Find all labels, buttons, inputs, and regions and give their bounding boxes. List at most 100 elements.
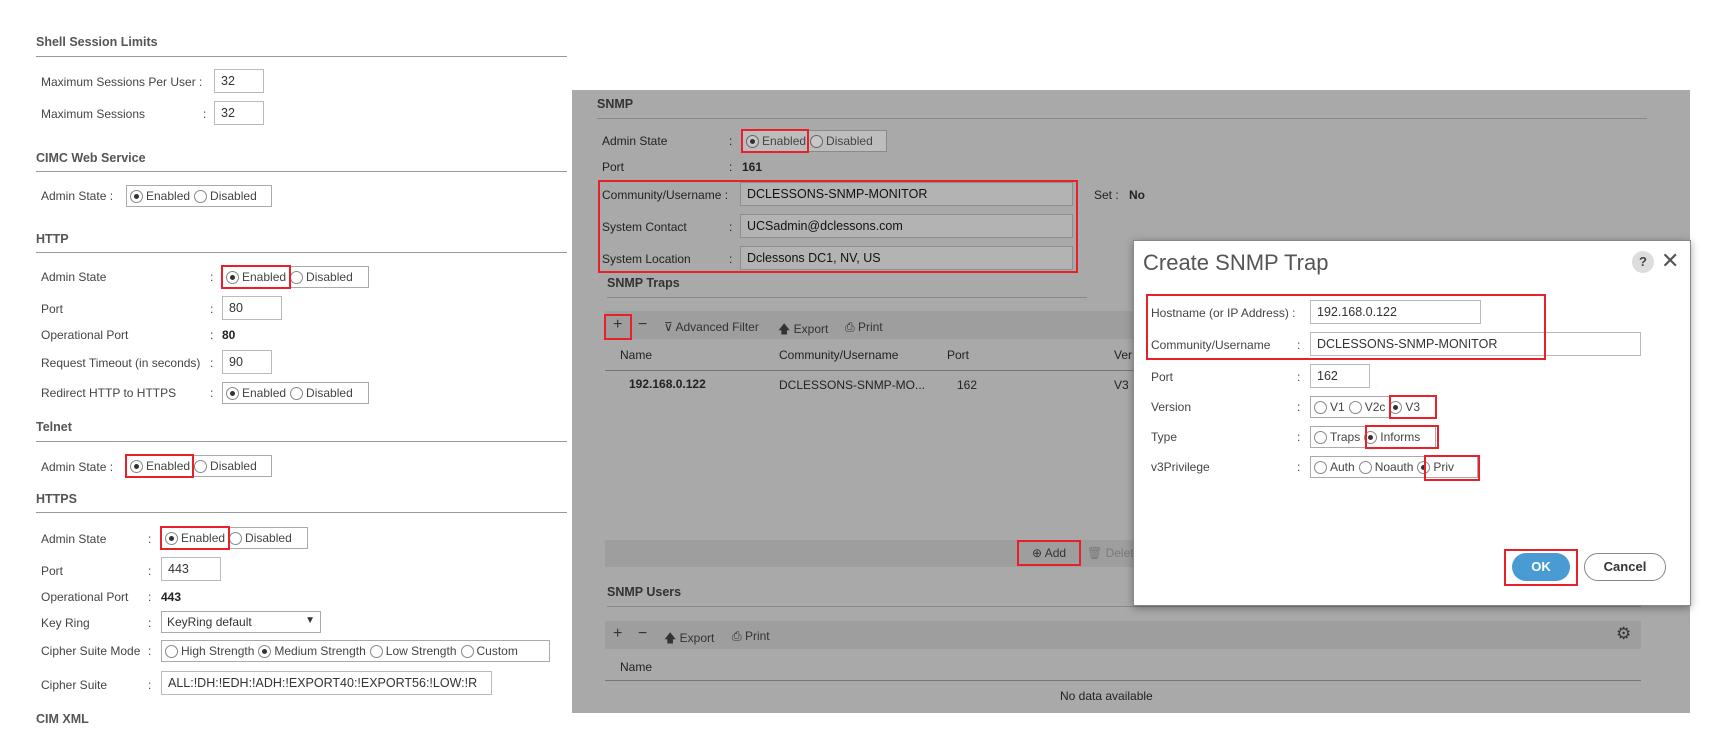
radio-icon — [194, 459, 208, 473]
col-port-header[interactable]: Port — [947, 348, 969, 362]
priv-priv-option[interactable]: Priv — [1417, 460, 1454, 474]
telnet-enabled-option[interactable]: Enabled — [130, 459, 190, 473]
snmp-enabled-option[interactable]: Enabled — [746, 134, 806, 148]
dialog-community-input[interactable]: DCLESSONS-SNMP-MONITOR — [1310, 332, 1641, 356]
help-icon[interactable]: ? — [1632, 251, 1654, 273]
version-v2c-option[interactable]: V2c — [1348, 400, 1386, 414]
advanced-filter-button[interactable]: ⊽ Advanced Filter — [664, 320, 759, 334]
cipher-custom-option[interactable]: Custom — [460, 644, 518, 658]
redirect-enabled-option[interactable]: Enabled — [226, 386, 286, 400]
priv-noauth-option[interactable]: Noauth — [1358, 460, 1414, 474]
telnet-admin-state-label: Admin State : — [41, 460, 114, 474]
add-user-icon[interactable]: + — [613, 625, 622, 643]
redirect-disabled-option[interactable]: Disabled — [290, 386, 353, 400]
cipher-low-option[interactable]: Low Strength — [369, 644, 457, 658]
col-community-header[interactable]: Community/Username — [779, 348, 898, 362]
close-icon[interactable]: ✕ — [1661, 248, 1679, 274]
remove-user-icon[interactable]: − — [638, 625, 647, 643]
radio-icon — [290, 270, 304, 284]
radio-selected-icon — [258, 644, 272, 658]
https-disabled-option[interactable]: Disabled — [229, 531, 292, 545]
dialog-port-input[interactable]: 162 — [1310, 364, 1370, 388]
snmp-admin-state-radio-group: Enabled Disabled — [742, 130, 887, 152]
print-icon: ⎙ — [845, 320, 858, 334]
cimc-admin-state-radio-group: Enabled Disabled — [126, 185, 272, 207]
option-label: Medium Strength — [274, 644, 366, 658]
delete-button[interactable]: 🗑 Delet — [1087, 546, 1134, 560]
col-name-header[interactable]: Name — [620, 348, 652, 362]
keyring-select[interactable]: KeyRing default ▼ — [161, 611, 321, 633]
option-label: Enabled — [242, 270, 287, 284]
gear-icon[interactable]: ⚙ — [1616, 624, 1631, 644]
option-label: Disabled — [210, 189, 257, 203]
https-op-port-label: Operational Port — [41, 590, 129, 604]
cipher-high-option[interactable]: High Strength — [165, 644, 254, 658]
http-enabled-option[interactable]: Enabled — [226, 270, 286, 284]
version-v3-option[interactable]: V3 — [1389, 400, 1420, 414]
hostname-input[interactable]: 192.168.0.122 — [1310, 300, 1481, 324]
snmp-disabled-option[interactable]: Disabled — [810, 134, 873, 148]
option-label: V2c — [1364, 400, 1386, 414]
radio-icon — [1314, 430, 1327, 444]
print-button[interactable]: ⎙ Print — [845, 320, 883, 335]
option-label: Noauth — [1374, 460, 1414, 474]
http-timeout-label: Request Timeout (in seconds) — [41, 356, 201, 370]
https-enabled-option[interactable]: Enabled — [165, 531, 225, 545]
system-contact-input[interactable]: UCSadmin@dclessons.com — [740, 214, 1073, 238]
toolbar-label: Export — [793, 322, 829, 336]
colon: : — [1297, 338, 1301, 352]
https-port-input[interactable]: 443 — [161, 557, 221, 581]
users-col-name-header[interactable]: Name — [620, 660, 652, 674]
max-sessions-input[interactable]: 32 — [214, 101, 264, 125]
priv-auth-option[interactable]: Auth — [1314, 460, 1355, 474]
v3privilege-label: v3Privilege — [1151, 460, 1210, 474]
telnet-section-title: Telnet — [36, 420, 72, 434]
export-arrow-icon: 🡅 — [664, 631, 680, 645]
radio-icon — [229, 531, 243, 545]
https-op-port-value: 443 — [161, 590, 182, 604]
add-trap-icon[interactable]: + — [613, 316, 622, 334]
max-per-user-input[interactable]: 32 — [214, 69, 264, 93]
add-circle-icon: ⊕ — [1032, 546, 1045, 560]
type-traps-option[interactable]: Traps — [1314, 430, 1360, 444]
ok-button[interactable]: OK — [1512, 553, 1570, 581]
radio-selected-icon — [165, 531, 178, 545]
telnet-disabled-option[interactable]: Disabled — [194, 459, 257, 473]
http-timeout-input[interactable]: 90 — [222, 350, 272, 374]
colon: : — [210, 270, 214, 284]
cipher-suite-input[interactable]: ALL:!DH:!EDH:!ADH:!EXPORT40:!EXPORT56:!L… — [161, 671, 492, 695]
cimc-disabled-option[interactable]: Disabled — [194, 189, 257, 203]
remove-trap-icon[interactable]: − — [638, 316, 647, 334]
users-export-button[interactable]: 🡅 Export — [664, 629, 714, 650]
http-port-input[interactable]: 80 — [222, 296, 282, 320]
toolbar-label: Advanced Filter — [675, 320, 759, 334]
http-op-port-value: 80 — [222, 328, 236, 342]
version-label: Version — [1151, 400, 1192, 414]
colon: : — [729, 252, 733, 266]
cimc-enabled-option[interactable]: Enabled — [130, 189, 190, 203]
version-v1-option[interactable]: V1 — [1314, 400, 1345, 414]
system-location-input[interactable]: Dclessons DC1, NV, US — [740, 246, 1073, 270]
users-print-button[interactable]: ⎙ Print — [732, 629, 770, 644]
snmp-community-input[interactable]: DCLESSONS-SNMP-MONITOR — [740, 182, 1073, 206]
colon: : — [210, 386, 214, 400]
type-informs-option[interactable]: Informs — [1364, 430, 1420, 444]
export-arrow-icon: 🡅 — [778, 322, 794, 336]
row-port: 162 — [957, 378, 978, 392]
cipher-medium-option[interactable]: Medium Strength — [258, 644, 366, 658]
radio-selected-icon — [226, 270, 239, 284]
keyring-label: Key Ring — [41, 616, 90, 630]
col-version-header[interactable]: Ver — [1114, 348, 1132, 362]
http-redirect-radio-group: Enabled Disabled — [222, 382, 369, 404]
add-button[interactable]: ⊕ Add — [1032, 546, 1066, 560]
cancel-button[interactable]: Cancel — [1584, 553, 1666, 581]
radio-icon — [194, 189, 208, 203]
snmp-traps-title: SNMP Traps — [607, 276, 680, 290]
option-label: Disabled — [306, 386, 353, 400]
http-disabled-option[interactable]: Disabled — [290, 270, 353, 284]
export-button[interactable]: 🡅 Export — [778, 320, 828, 341]
colon: : — [203, 107, 207, 121]
colon: : — [210, 356, 214, 370]
radio-icon — [1358, 460, 1372, 474]
option-label: Enabled — [242, 386, 287, 400]
